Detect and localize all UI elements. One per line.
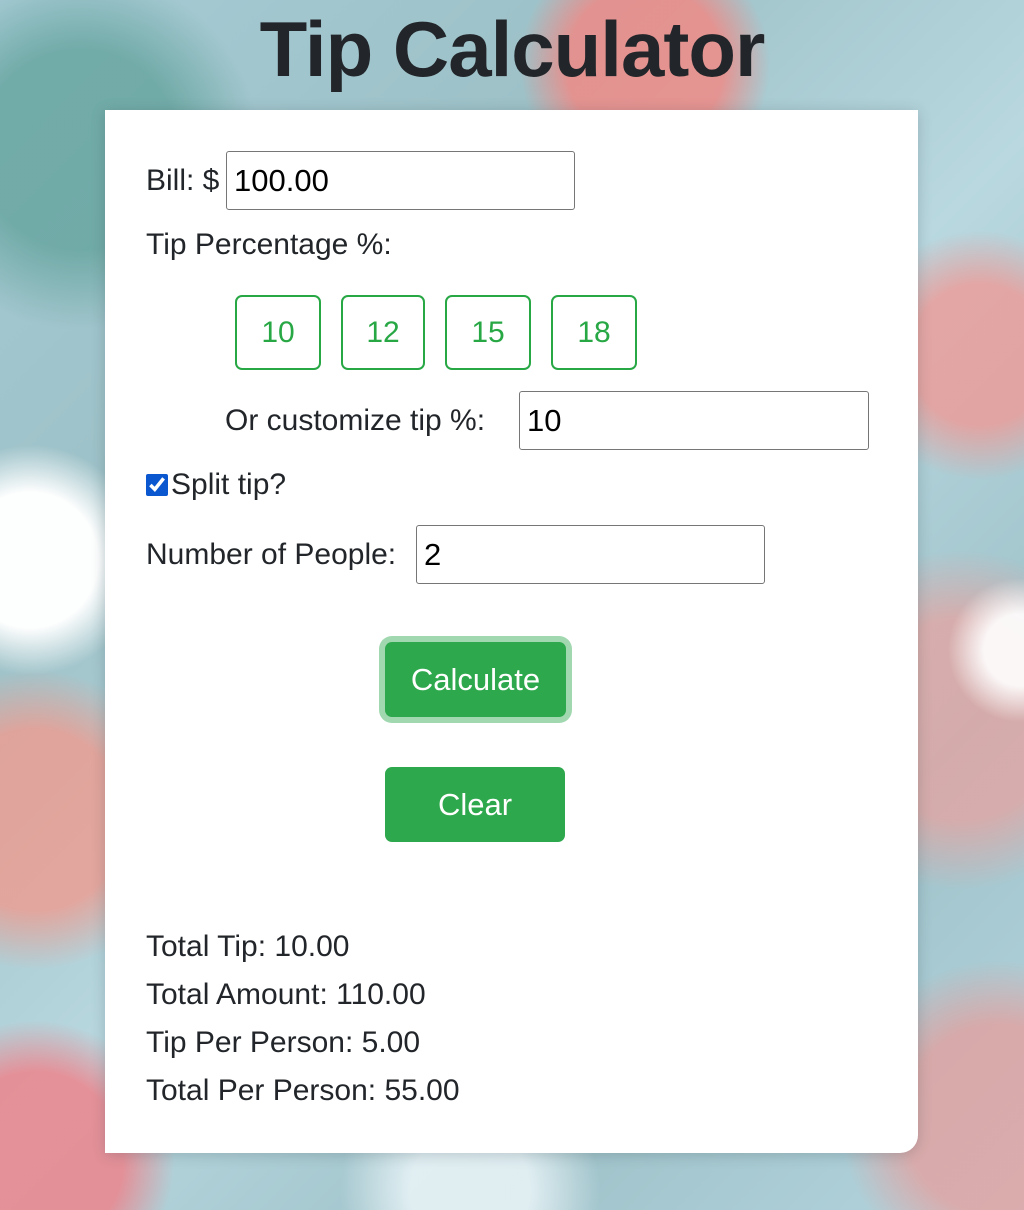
tip-option-10-button[interactable]: 10 — [235, 295, 321, 370]
total-per-person-result: Total Per Person: 55.00 — [146, 1074, 460, 1107]
custom-tip-input[interactable] — [519, 391, 869, 450]
tip-option-12-button[interactable]: 12 — [341, 295, 425, 370]
custom-tip-label: Or customize tip %: — [225, 404, 486, 437]
tip-calculator-card: Bill: $ Tip Percentage %: 10 12 15 18 Or… — [105, 110, 918, 1153]
bill-input[interactable] — [226, 151, 575, 210]
total-amount-result: Total Amount: 110.00 — [146, 978, 426, 1011]
bill-label: Bill: $ — [146, 164, 220, 197]
clear-button[interactable]: Clear — [385, 767, 565, 842]
total-tip-result: Total Tip: 10.00 — [146, 930, 350, 963]
tip-option-15-button[interactable]: 15 — [445, 295, 531, 370]
calculate-button[interactable]: Calculate — [385, 642, 566, 717]
split-tip-label[interactable]: Split tip? — [171, 467, 286, 503]
tip-option-18-button[interactable]: 18 — [551, 295, 637, 370]
number-of-people-input[interactable] — [416, 525, 765, 584]
tip-percentage-label: Tip Percentage %: — [146, 228, 392, 261]
tip-per-person-result: Tip Per Person: 5.00 — [146, 1026, 421, 1059]
number-of-people-label: Number of People: — [146, 538, 397, 571]
split-tip-checkbox[interactable] — [146, 474, 168, 496]
page-title: Tip Calculator — [259, 5, 766, 93]
